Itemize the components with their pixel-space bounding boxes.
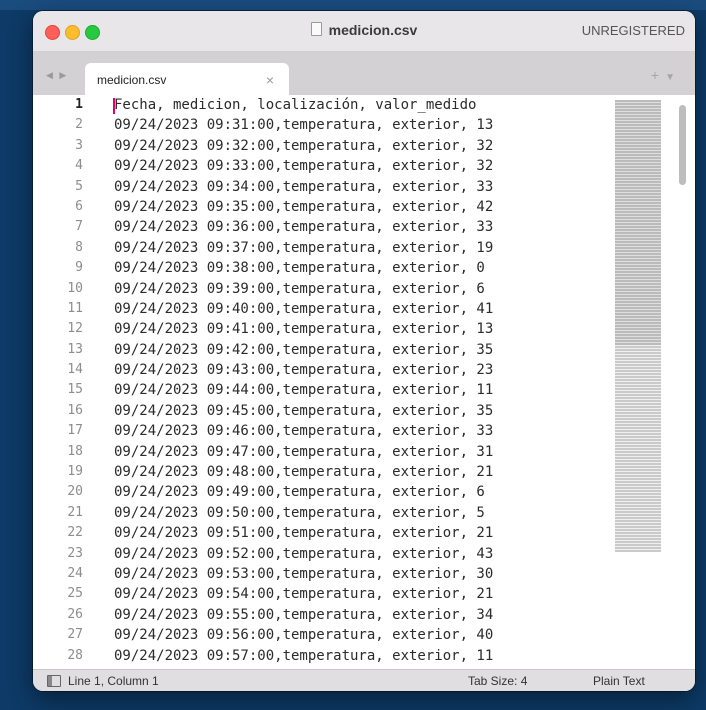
line-text[interactable]: 09/24/2023 09:40:00,temperatura, exterio…	[114, 299, 493, 319]
line-number: 16	[67, 402, 83, 418]
line-number: 19	[67, 464, 83, 480]
line-number: 23	[67, 545, 83, 561]
line-number: 8	[75, 239, 83, 255]
window-title-text: medicion.csv	[328, 22, 418, 38]
line-text[interactable]: 09/24/2023 09:51:00,temperatura, exterio…	[114, 523, 493, 543]
line-text[interactable]: 09/24/2023 09:32:00,temperatura, exterio…	[114, 136, 493, 156]
line-text[interactable]: 09/24/2023 09:49:00,temperatura, exterio…	[114, 482, 485, 502]
line-number: 7	[75, 219, 83, 235]
line-text[interactable]: 09/24/2023 09:42:00,temperatura, exterio…	[114, 340, 493, 360]
desktop-background	[0, 0, 706, 10]
line-text[interactable]: 09/24/2023 09:55:00,temperatura, exterio…	[114, 605, 493, 625]
line-number: 3	[75, 137, 83, 153]
line-text[interactable]: 09/24/2023 09:57:00,temperatura, exterio…	[114, 646, 493, 666]
title-bar[interactable]: medicion.csv UNREGISTERED	[33, 11, 695, 52]
tab-medicion-csv[interactable]: medicion.csv ×	[85, 63, 289, 96]
line-number: 13	[67, 341, 83, 357]
line-number: 27	[67, 627, 83, 643]
line-text[interactable]: 09/24/2023 09:37:00,temperatura, exterio…	[114, 238, 493, 258]
line-number: 1	[75, 97, 83, 112]
editor-window: medicion.csv UNREGISTERED ◀ ▶ medicion.c…	[33, 11, 695, 691]
line-number: 17	[67, 423, 83, 439]
line-text[interactable]: 09/24/2023 09:41:00,temperatura, exterio…	[114, 319, 493, 339]
line-text[interactable]: 09/24/2023 09:33:00,temperatura, exterio…	[114, 156, 493, 176]
line-number: 11	[67, 300, 83, 316]
tab-menu-icon[interactable]: ▼	[665, 72, 681, 83]
tab-size-selector[interactable]: Tab Size: 4	[468, 674, 527, 688]
license-status: UNREGISTERED	[581, 23, 685, 38]
text-editor[interactable]: 1 Fecha, medicion, localización, valor_me…	[33, 95, 695, 669]
line-number: 21	[67, 504, 83, 520]
line-number: 15	[67, 382, 83, 398]
line-text[interactable]: 09/24/2023 09:38:00,temperatura, exterio…	[114, 258, 485, 278]
line-text[interactable]: 09/24/2023 09:53:00,temperatura, exterio…	[114, 564, 493, 584]
panel-toggle-icon[interactable]	[47, 675, 61, 687]
line-number: 12	[67, 321, 83, 337]
text-caret	[113, 98, 115, 114]
line-number: 6	[75, 198, 83, 214]
line-number: 10	[67, 280, 83, 296]
line-text[interactable]: 09/24/2023 09:43:00,temperatura, exterio…	[114, 360, 493, 380]
line-text[interactable]: 09/24/2023 09:45:00,temperatura, exterio…	[114, 401, 493, 421]
line-text[interactable]: Fecha, medicion, localización, valor_med…	[114, 95, 476, 115]
line-number: 14	[67, 362, 83, 378]
vertical-scrollbar[interactable]	[679, 105, 686, 185]
file-icon	[310, 22, 322, 36]
line-text[interactable]: 09/24/2023 09:34:00,temperatura, exterio…	[114, 177, 493, 197]
line-text[interactable]: 09/24/2023 09:31:00,temperatura, exterio…	[114, 115, 493, 135]
tab-nav-arrows[interactable]: ◀ ▶	[46, 70, 68, 81]
line-text[interactable]: 09/24/2023 09:54:00,temperatura, exterio…	[114, 584, 493, 604]
line-text[interactable]: 09/24/2023 09:52:00,temperatura, exterio…	[114, 544, 493, 564]
line-number: 20	[67, 484, 83, 500]
line-number: 5	[75, 178, 83, 194]
line-number: 24	[67, 565, 83, 581]
line-number: 18	[67, 443, 83, 459]
line-number: 25	[67, 586, 83, 602]
cursor-position[interactable]: Line 1, Column 1	[68, 674, 159, 688]
line-number: 9	[75, 260, 83, 276]
line-text[interactable]: 09/24/2023 09:48:00,temperatura, exterio…	[114, 462, 493, 482]
minimap-viewport[interactable]	[615, 100, 661, 345]
line-text[interactable]: 09/24/2023 09:56:00,temperatura, exterio…	[114, 625, 493, 645]
status-bar: Line 1, Column 1 Tab Size: 4 Plain Text	[33, 669, 695, 691]
line-text[interactable]: 09/24/2023 09:46:00,temperatura, exterio…	[114, 421, 493, 441]
tab-bar: ◀ ▶ medicion.csv × +▼	[33, 52, 695, 96]
line-text[interactable]: 09/24/2023 09:50:00,temperatura, exterio…	[114, 503, 485, 523]
line-number: 2	[75, 117, 83, 133]
line-text[interactable]: 09/24/2023 09:47:00,temperatura, exterio…	[114, 442, 493, 462]
new-tab-icon[interactable]: +	[651, 67, 665, 83]
tab-actions: +▼	[651, 67, 681, 83]
tab-close-icon[interactable]: ×	[266, 72, 274, 88]
line-text[interactable]: 09/24/2023 09:36:00,temperatura, exterio…	[114, 217, 493, 237]
line-text[interactable]: 09/24/2023 09:35:00,temperatura, exterio…	[114, 197, 493, 217]
line-number: 26	[67, 606, 83, 622]
line-text[interactable]: 09/24/2023 09:44:00,temperatura, exterio…	[114, 380, 493, 400]
syntax-selector[interactable]: Plain Text	[593, 674, 645, 688]
line-number: 28	[67, 647, 83, 663]
line-number: 22	[67, 525, 83, 541]
tab-label: medicion.csv	[97, 73, 167, 87]
line-text[interactable]: 09/24/2023 09:39:00,temperatura, exterio…	[114, 279, 485, 299]
line-number: 4	[75, 158, 83, 174]
